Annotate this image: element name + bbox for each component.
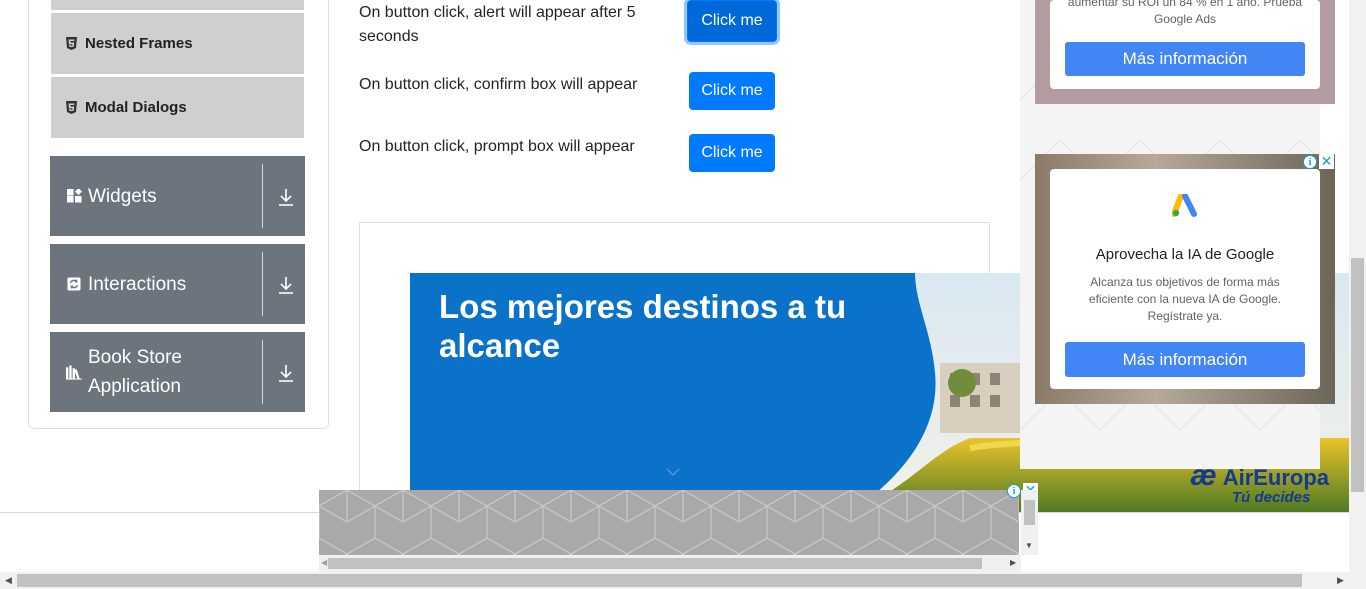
sidebar-item-label: Nested Frames (85, 35, 193, 52)
download-arrow-icon[interactable] (275, 362, 297, 384)
google-ads-icon (1172, 194, 1197, 217)
divider (262, 252, 263, 316)
book-store-icon (66, 364, 82, 380)
bottom-ad-horizontal-scrollbar[interactable]: ◀ ▶ (319, 555, 1021, 572)
close-icon[interactable]: ✕ (1319, 153, 1334, 169)
alert-timer-text: On button click, alert will appear after… (359, 4, 636, 45)
sidebar-group-label: Interactions (88, 273, 187, 295)
sidebar-group-book-store[interactable]: Book Store Application (50, 332, 305, 412)
scroll-thumb[interactable] (1351, 258, 1364, 492)
ad-2-title: Aprovecha la IA de Google (1095, 246, 1275, 263)
scroll-thumb[interactable] (17, 574, 1302, 587)
bottom-ad-vertical-scrollbar[interactable]: ▼ (1021, 490, 1038, 555)
ad-info-icon[interactable]: i (1303, 155, 1317, 169)
scroll-thumb[interactable] (1024, 500, 1035, 525)
bottom-ad[interactable] (319, 490, 1019, 555)
sidebar-group-label: Widgets (88, 185, 157, 207)
scroll-left-arrow-icon[interactable]: ◀ (321, 558, 327, 567)
sidebar-group-interactions[interactable]: Interactions (50, 244, 305, 324)
html5-icon (65, 37, 77, 50)
banner-headline: Los mejores destinos a tu alcance (439, 288, 847, 364)
sidebar-item-nested-frames[interactable]: Nested Frames (51, 13, 304, 75)
sidebar-item-label: Modal Dialogs (85, 99, 187, 116)
ad-1-more-info-button[interactable]: Más información (1065, 42, 1305, 76)
divider (262, 340, 263, 404)
timer-alert-button[interactable]: Click me (687, 0, 777, 42)
prompt-text: On button click, prompt box will appear (359, 138, 635, 155)
interactions-icon (66, 276, 82, 292)
sidebar-group-label: Book Store Application (88, 347, 182, 397)
divider (262, 164, 263, 228)
ad-2-more-info-button[interactable]: Más información (1065, 342, 1305, 377)
scroll-right-arrow-icon[interactable]: ▶ (1332, 572, 1349, 589)
scroll-thumb[interactable] (328, 558, 982, 569)
prompt-button[interactable]: Click me (689, 134, 775, 172)
scroll-down-arrow-icon[interactable]: ▼ (1025, 541, 1033, 550)
brand-tagline: Tú decides (1232, 489, 1311, 506)
html5-icon (65, 101, 77, 114)
confirm-button[interactable]: Click me (689, 72, 775, 110)
ad-2-body: Alcanza tus objetivos de forma más efici… (1088, 275, 1282, 323)
scroll-right-arrow-icon[interactable]: ▶ (1010, 558, 1016, 567)
sidebar-item-modal-dialogs[interactable]: Modal Dialogs (51, 77, 304, 139)
ad-info-icon[interactable]: i (1007, 484, 1021, 498)
confirm-text: On button click, confirm box will appear (359, 76, 638, 93)
sidebar-item-above[interactable] (51, 0, 304, 11)
download-arrow-icon[interactable] (275, 186, 297, 208)
right-ad-1[interactable]: aumentar su ROI un 84 % en 1 año. Prueba… (1035, 0, 1335, 104)
widgets-icon (66, 188, 82, 204)
scroll-left-arrow-icon[interactable]: ◀ (0, 572, 17, 589)
ad-1-body: aumentar su ROI un 84 % en 1 año. Prueba… (1067, 0, 1303, 26)
sidebar-group-widgets[interactable]: Widgets (50, 156, 305, 236)
chevron-down-icon (666, 468, 680, 477)
right-ad-2[interactable]: Aprovecha la IA de Google Alcanza tus ob… (1035, 153, 1335, 404)
download-arrow-icon[interactable] (275, 274, 297, 296)
